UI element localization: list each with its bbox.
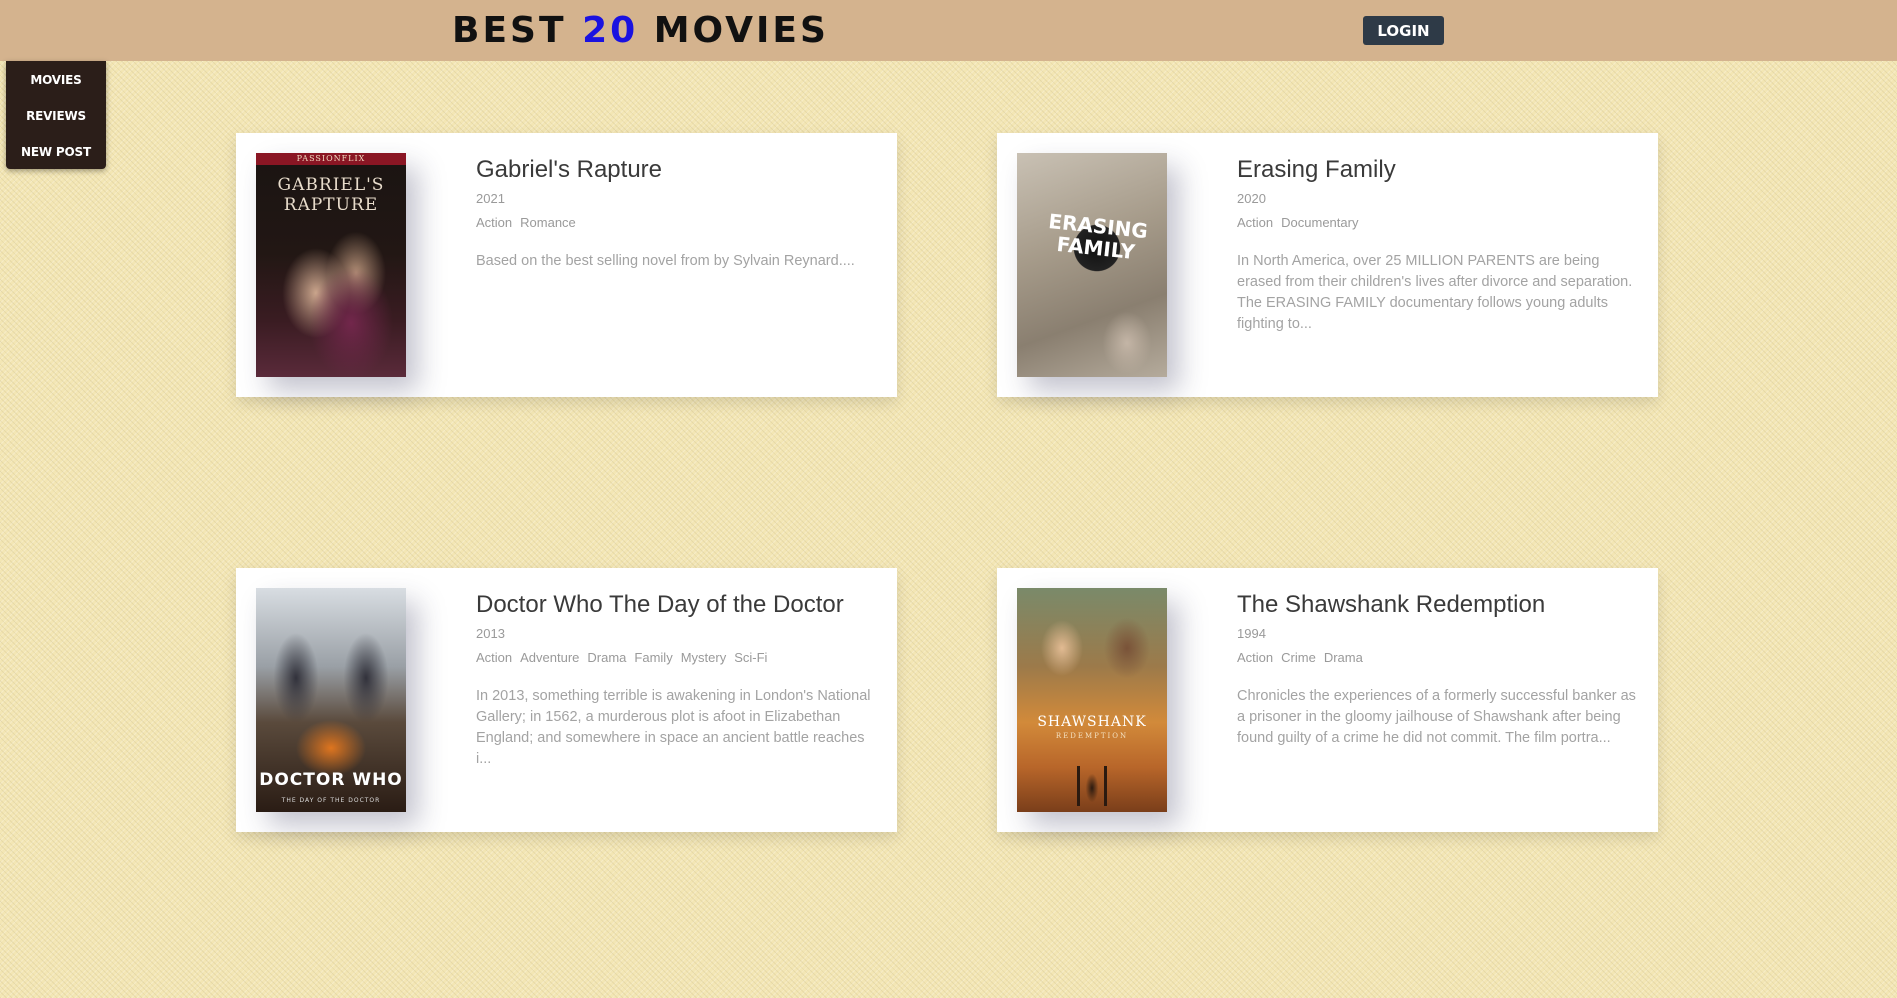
movie-poster[interactable]: DOCTOR WHO THE DAY OF THE DOCTOR — [256, 588, 406, 812]
top-header: BEST 20 MOVIES LOGIN — [0, 0, 1897, 61]
movie-year: 2020 — [1237, 191, 1266, 206]
movie-title[interactable]: Gabriel's Rapture — [476, 155, 876, 185]
site-title-number: 20 — [582, 10, 639, 51]
genre-tag: Action — [476, 215, 513, 230]
genre-tag: Drama — [587, 650, 627, 665]
movie-description: Based on the best selling novel from by … — [476, 253, 855, 269]
movie-description: In 2013, something terrible is awakening… — [476, 688, 871, 767]
movie-card[interactable]: DOCTOR WHO THE DAY OF THE DOCTOR Doctor … — [236, 568, 897, 832]
movie-genres: Action Documentary — [1237, 215, 1637, 231]
movie-title[interactable]: Erasing Family — [1237, 155, 1637, 185]
genre-tag: Action — [1237, 650, 1274, 665]
site-title-suffix: MOVIES — [638, 10, 829, 51]
poster-title-text: GABRIEL'S RAPTURE — [277, 175, 385, 215]
movie-poster[interactable]: PASSIONFLIX GABRIEL'S RAPTURE — [256, 153, 406, 377]
poster-subtitle-text: REDEMPTION — [1055, 732, 1129, 740]
poster-title-text: DOCTOR WHO — [259, 770, 403, 790]
menu-item-movies[interactable]: MOVIES — [6, 70, 106, 106]
menu-item-new-post[interactable]: NEW POST — [6, 142, 106, 178]
genre-tag: Sci-Fi — [734, 650, 768, 665]
movie-card[interactable]: SHAWSHANK REDEMPTION The Shawshank Redem… — [997, 568, 1658, 832]
poster-title-text: SHAWSHANK — [1037, 714, 1147, 730]
poster-subtitle-text: THE DAY OF THE DOCTOR — [281, 797, 381, 804]
genre-tag: Adventure — [520, 650, 580, 665]
genre-tag: Family — [634, 650, 673, 665]
movie-info: The Shawshank Redemption 1994 Action Crim… — [1237, 590, 1637, 749]
movie-description: Chronicles the experiences of a formerly… — [1237, 688, 1636, 746]
movie-title[interactable]: Doctor Who The Day of the Doctor — [476, 590, 876, 620]
movie-year: 1994 — [1237, 626, 1266, 641]
poster-title-text: ERASING FAMILY — [1047, 208, 1149, 264]
genre-tag: Action — [476, 650, 513, 665]
movie-description: In North America, over 25 MILLION PARENT… — [1237, 253, 1633, 332]
movie-info: Erasing Family 2020 Action Documentary In… — [1237, 155, 1637, 335]
movie-poster[interactable]: ERASING FAMILY — [1017, 153, 1167, 377]
login-button[interactable]: LOGIN — [1363, 16, 1444, 45]
menu-item-reviews[interactable]: REVIEWS — [6, 106, 106, 142]
genre-tag: Romance — [520, 215, 576, 230]
poster-figure — [1075, 766, 1109, 806]
movie-title[interactable]: The Shawshank Redemption — [1237, 590, 1637, 620]
site-title-prefix: BEST — [452, 10, 583, 51]
side-menu: MOVIES REVIEWS NEW POST — [6, 61, 106, 169]
poster-brand-text: PASSIONFLIX — [256, 153, 406, 165]
movie-genres: Action Romance — [476, 215, 876, 231]
movie-info: Doctor Who The Day of the Doctor 2013 Ac… — [476, 590, 876, 770]
genre-tag: Documentary — [1281, 215, 1359, 230]
movie-info: Gabriel's Rapture 2021 Action Romance Bas… — [476, 155, 876, 272]
genre-tag: Crime — [1281, 650, 1316, 665]
movie-genres: Action Adventure Drama Family Mystery Sci-Fi — [476, 650, 876, 666]
site-title: BEST 20 MOVIES — [452, 10, 829, 52]
genre-tag: Action — [1237, 215, 1274, 230]
movie-year: 2021 — [476, 191, 505, 206]
movie-poster[interactable]: SHAWSHANK REDEMPTION — [1017, 588, 1167, 812]
movie-card[interactable]: PASSIONFLIX GABRIEL'S RAPTURE Gabriel's … — [236, 133, 897, 397]
movie-card[interactable]: ERASING FAMILY Erasing Family 2020 Actio… — [997, 133, 1658, 397]
genre-tag: Drama — [1323, 650, 1363, 665]
movie-year: 2013 — [476, 626, 505, 641]
movie-genres: Action Crime Drama — [1237, 650, 1637, 666]
genre-tag: Mystery — [680, 650, 727, 665]
